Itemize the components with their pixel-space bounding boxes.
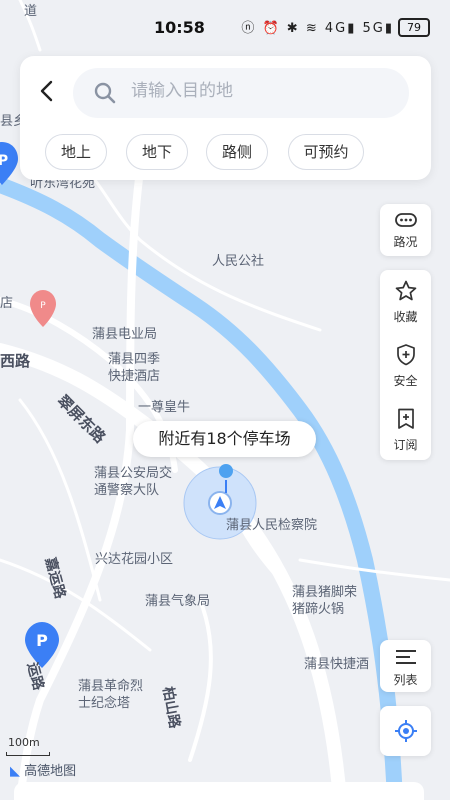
map-label: 蒲县快捷酒 bbox=[304, 657, 370, 672]
road-label: 西路 bbox=[0, 352, 31, 370]
search-card: 地上 地下 路侧 可预约 bbox=[20, 56, 431, 180]
safety-label: 安全 bbox=[393, 374, 418, 388]
search-box[interactable] bbox=[73, 68, 409, 118]
amap-logo: ◣ 高德地图 bbox=[10, 760, 76, 779]
list-button[interactable]: 列表 bbox=[380, 640, 431, 692]
svg-text:P: P bbox=[0, 153, 8, 169]
map-label: 蒲县人民检察院 bbox=[226, 518, 318, 533]
filter-chip-underground[interactable]: 地下 bbox=[126, 134, 188, 170]
amap-logo-text: 高德地图 bbox=[24, 764, 77, 779]
map-label: 蒲县四季 快捷酒店 bbox=[108, 352, 161, 384]
traffic-panel: 路况 bbox=[380, 204, 431, 256]
tools-panel: 收藏 安全 订阅 bbox=[380, 270, 431, 460]
status-bar: 10:58 ⓝ ⏰ ✱ ≋ 4G▮ 5G▮ 79 bbox=[0, 0, 450, 40]
safety-button[interactable]: 安全 bbox=[380, 334, 431, 398]
traffic-icon bbox=[395, 213, 417, 227]
list-label: 列表 bbox=[393, 673, 418, 687]
traffic-label: 路况 bbox=[393, 235, 418, 249]
map-scale-label: 100m bbox=[8, 736, 40, 749]
locate-button[interactable] bbox=[380, 706, 431, 756]
favorites-label: 收藏 bbox=[393, 310, 418, 324]
map-label: 蒲县公安局交 通警察大队 bbox=[94, 466, 173, 498]
list-panel: 列表 bbox=[380, 640, 431, 692]
subscribe-label: 订阅 bbox=[393, 438, 418, 452]
locate-icon bbox=[395, 720, 417, 742]
map-label: 蒲县气象局 bbox=[145, 594, 211, 609]
list-icon bbox=[396, 650, 416, 664]
map-label: 一尊皇牛 bbox=[138, 400, 191, 415]
status-icons: ⓝ ⏰ ✱ ≋ 4G▮ 5G▮ bbox=[241, 21, 394, 36]
battery-icon: 79 bbox=[398, 18, 430, 37]
destination-search-input[interactable] bbox=[129, 80, 393, 102]
map-scale-bar bbox=[6, 752, 50, 756]
destination-pin-icon bbox=[219, 464, 233, 478]
subscribe-button[interactable]: 订阅 bbox=[380, 398, 431, 462]
filter-chip-above-ground[interactable]: 地上 bbox=[45, 134, 107, 170]
map-label: 人民公社 bbox=[212, 254, 265, 269]
filter-chip-roadside[interactable]: 路侧 bbox=[206, 134, 268, 170]
bottom-sheet-handle[interactable] bbox=[14, 782, 424, 800]
amap-logo-icon: ◣ bbox=[10, 764, 20, 779]
svg-text:P: P bbox=[40, 301, 46, 311]
search-icon bbox=[94, 82, 116, 104]
map-label: 蒲县猪脚荣 猪蹄火锅 bbox=[292, 585, 358, 617]
map-label: 兴达花园小区 bbox=[95, 552, 174, 567]
subscribe-icon bbox=[398, 408, 414, 429]
traffic-button[interactable]: 路况 bbox=[380, 204, 431, 256]
nearby-parking-bubble[interactable]: 附近有18个停车场 bbox=[133, 421, 316, 457]
back-arrow-icon[interactable] bbox=[34, 78, 60, 104]
shield-icon bbox=[397, 344, 415, 366]
star-icon bbox=[395, 280, 417, 301]
status-time: 10:58 bbox=[154, 18, 205, 37]
favorites-button[interactable]: 收藏 bbox=[380, 270, 431, 334]
map-label: 店 bbox=[0, 296, 14, 311]
map-label: 蒲县电业局 bbox=[92, 327, 158, 342]
filter-chip-reservable[interactable]: 可预约 bbox=[288, 134, 364, 170]
svg-text:P: P bbox=[36, 631, 48, 650]
map-label: 蒲县革命烈 士纪念塔 bbox=[78, 679, 144, 711]
